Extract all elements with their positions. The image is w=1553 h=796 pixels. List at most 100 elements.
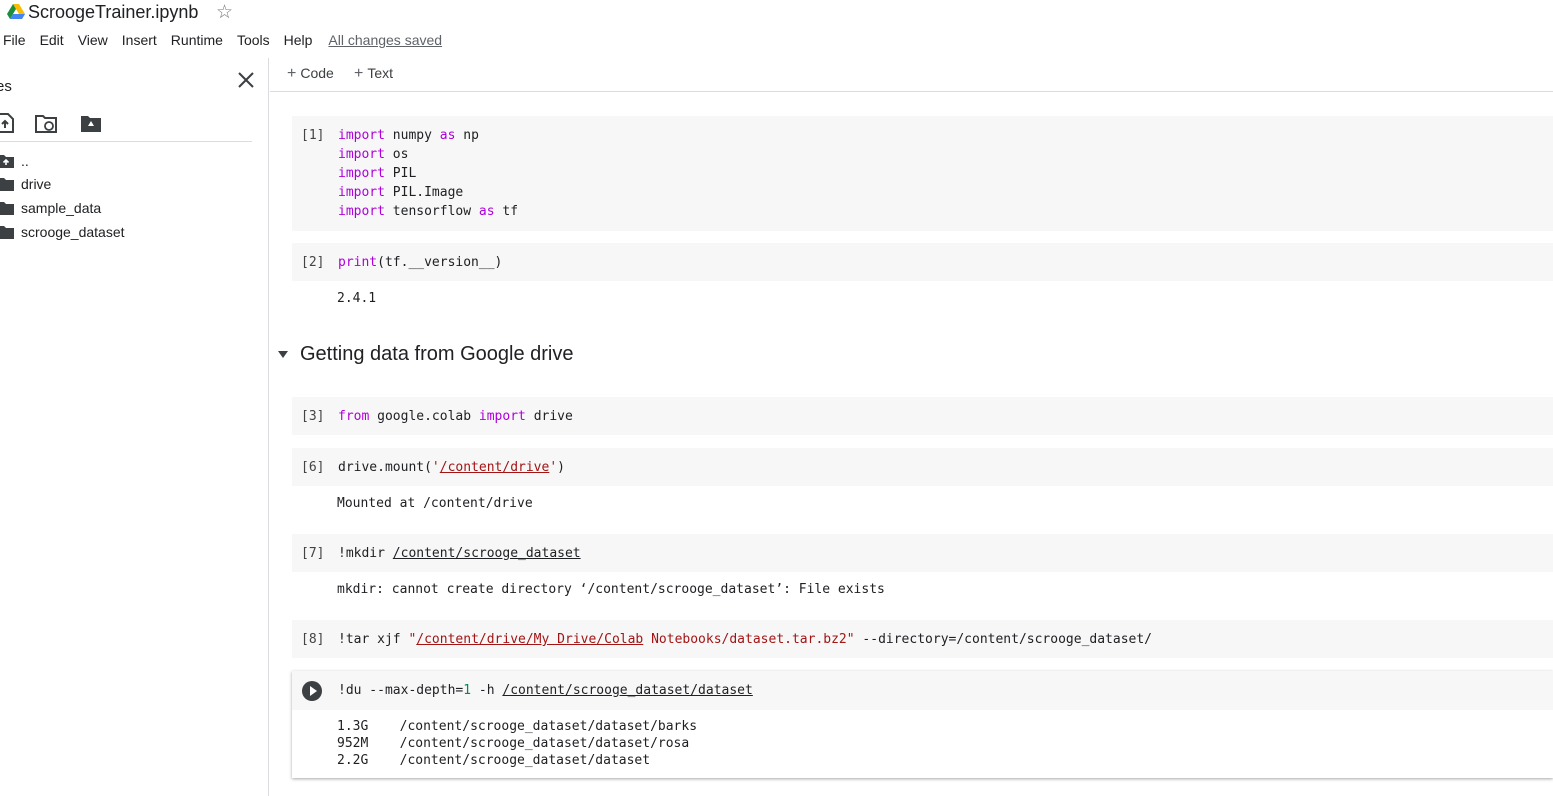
file-item-scrooge-dataset[interactable]: scrooge_dataset — [0, 221, 125, 243]
run-cell-button[interactable] — [302, 681, 322, 701]
code-token: PIL — [392, 166, 417, 181]
code-cell-6[interactable]: [6] drive.mount('/content/drive') — [292, 448, 1553, 486]
code-token: 1 — [463, 683, 472, 698]
code-token: import — [478, 409, 526, 424]
notebook-toolbar: + Code + Text — [270, 58, 1553, 92]
upload-file-icon[interactable] — [0, 112, 18, 134]
path-link[interactable]: /content/drive/My Drive/Colab — [416, 632, 643, 647]
code-cell-3[interactable]: [3] from google.colab import drive — [292, 397, 1553, 435]
code-token: ' — [431, 460, 440, 475]
plus-icon: + — [287, 65, 297, 82]
code-token: !mkdir — [338, 546, 385, 561]
notebook-title[interactable]: ScroogeTrainer.ipynb — [28, 2, 198, 23]
code-cell-2[interactable]: [2] print(tf.__version__) — [292, 243, 1553, 281]
code-token: google.colab — [377, 409, 472, 424]
code-token: import — [338, 185, 385, 200]
code-editor[interactable]: print(tf.__version__) — [338, 253, 502, 272]
code-token: -h — [478, 683, 495, 698]
menu-file[interactable]: File — [3, 32, 26, 48]
menu-runtime[interactable]: Runtime — [171, 32, 223, 48]
code-editor[interactable]: drive.mount('/content/drive') — [338, 458, 565, 477]
path-link[interactable]: /content/drive — [440, 460, 550, 475]
code-token: (tf.__version__) — [377, 255, 503, 270]
add-code-label: Code — [300, 65, 334, 81]
menu-insert[interactable]: Insert — [122, 32, 157, 48]
code-token: --directory=/content/scrooge_dataset/ — [862, 632, 1153, 647]
code-token: PIL.Image — [392, 185, 464, 200]
code-token: as — [439, 128, 456, 143]
code-token: ' — [549, 460, 558, 475]
menu-tools[interactable]: Tools — [237, 32, 270, 48]
code-editor[interactable]: !tar xjf "/content/drive/My Drive/Colab … — [338, 630, 1152, 649]
files-sidebar: es .. drive sample_data scrooge_dataset — [0, 58, 269, 796]
file-item-label: scrooge_dataset — [21, 224, 125, 240]
add-text-button[interactable]: + Text — [354, 65, 393, 83]
cell-output: Mounted at /content/drive — [337, 496, 533, 511]
collapse-caret-icon[interactable] — [278, 351, 288, 358]
code-cell-1[interactable]: [1] import numpy as np import os import … — [292, 116, 1553, 231]
menu-help[interactable]: Help — [284, 32, 313, 48]
code-cell-7[interactable]: [7] !mkdir /content/scrooge_dataset — [292, 534, 1553, 572]
code-editor[interactable]: !mkdir /content/scrooge_dataset — [338, 544, 581, 563]
cell-prompt: [3] — [301, 409, 325, 424]
code-token: np — [463, 128, 479, 143]
code-token: import — [338, 166, 385, 181]
path-link[interactable]: /content/scrooge_dataset/dataset — [502, 683, 752, 698]
folder-icon — [0, 178, 14, 191]
code-token: os — [392, 147, 409, 162]
cell-prompt: [6] — [301, 460, 325, 475]
close-icon[interactable] — [236, 70, 256, 90]
refresh-folder-icon[interactable] — [34, 112, 58, 134]
menu-edit[interactable]: Edit — [40, 32, 64, 48]
code-editor[interactable]: import numpy as np import os import PIL … — [338, 126, 518, 221]
file-item-label: drive — [21, 176, 52, 192]
code-token: drive — [533, 409, 573, 424]
cell-prompt: [7] — [301, 546, 325, 561]
cell-prompt: [8] — [301, 632, 325, 647]
code-token: !tar xjf — [338, 632, 401, 647]
code-cell-active[interactable]: !du --max-depth=1 -h /content/scrooge_da… — [292, 671, 1553, 778]
section-title: Getting data from Google drive — [300, 343, 574, 365]
plus-icon: + — [354, 65, 364, 82]
file-item-label: .. — [21, 153, 29, 169]
code-token: from — [338, 409, 370, 424]
code-token: " — [846, 632, 855, 647]
code-token: as — [478, 204, 495, 219]
code-token: drive.mount( — [338, 460, 432, 475]
mount-drive-icon[interactable] — [79, 112, 103, 134]
code-token: import — [338, 128, 385, 143]
add-code-button[interactable]: + Code — [287, 65, 334, 83]
folder-up-icon — [0, 155, 14, 168]
code-token: import — [338, 204, 385, 219]
section-heading[interactable]: Getting data from Google drive — [278, 343, 573, 366]
cell-output: 1.3G /content/scrooge_dataset/dataset/ba… — [337, 719, 698, 768]
code-token: print — [338, 255, 378, 270]
code-token: ) — [557, 460, 565, 475]
folder-icon — [0, 202, 14, 215]
cell-output: mkdir: cannot create directory ‘/content… — [337, 582, 885, 597]
menu-view[interactable]: View — [78, 32, 108, 48]
code-token: Notebooks/dataset.tar.bz2 — [651, 632, 847, 647]
file-item-label: sample_data — [21, 200, 102, 216]
code-token: !du --max-depth= — [338, 683, 464, 698]
folder-icon — [0, 226, 14, 239]
cell-prompt: [2] — [301, 255, 325, 270]
sidebar-title: es — [0, 78, 12, 95]
cell-output: 2.4.1 — [337, 291, 377, 306]
notebook-area: + Code + Text [1] import numpy as np impor… — [270, 58, 1553, 796]
file-item-parent[interactable]: .. — [0, 150, 29, 172]
menu-bar: File Edit View Insert Runtime Tools Help… — [0, 30, 442, 50]
code-editor[interactable]: !du --max-depth=1 -h /content/scrooge_da… — [338, 681, 753, 700]
star-icon[interactable]: ☆ — [216, 1, 233, 24]
code-cell-8[interactable]: [8] !tar xjf " /content/drive/My Drive/Co… — [292, 620, 1553, 658]
code-token: tensorflow — [392, 204, 472, 219]
code-token: tf — [502, 204, 519, 219]
google-drive-icon[interactable] — [7, 4, 25, 20]
path-link[interactable]: /content/scrooge_dataset — [393, 546, 581, 561]
file-item-sample-data[interactable]: sample_data — [0, 197, 101, 219]
file-item-drive[interactable]: drive — [0, 173, 51, 195]
code-editor[interactable]: from google.colab import drive — [338, 407, 573, 426]
cell-prompt: [1] — [301, 128, 325, 143]
title-bar: ScroogeTrainer.ipynb ☆ — [0, 0, 1553, 28]
save-status-link[interactable]: All changes saved — [328, 32, 442, 48]
